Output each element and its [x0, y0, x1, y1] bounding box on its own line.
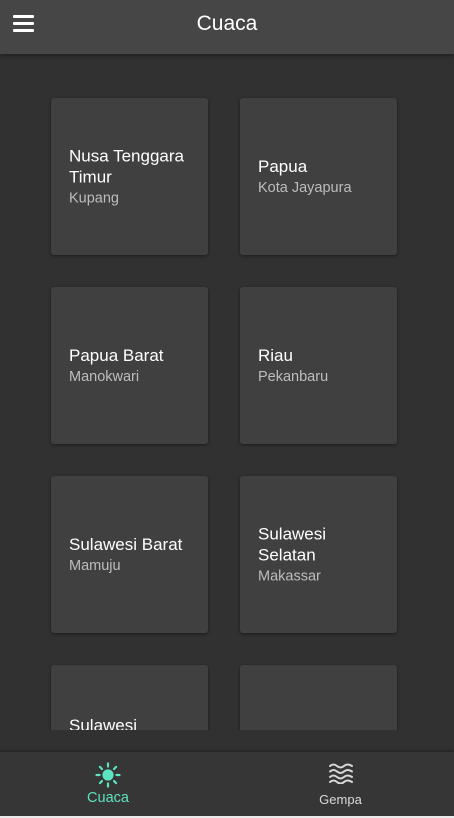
- province-card[interactable]: Sulawesi Barat Mamuju: [51, 476, 208, 633]
- nav-label-cuaca: Cuaca: [87, 790, 129, 806]
- province-card[interactable]: Sulawesi: [51, 665, 208, 730]
- city-name: Pekanbaru: [258, 368, 329, 385]
- nav-item-gempa[interactable]: Gempa: [227, 752, 454, 816]
- page-title: Cuaca: [196, 12, 258, 35]
- bottom-navigation: Cuaca Gempa: [0, 752, 454, 816]
- province-name: Sulawesi Barat: [69, 534, 183, 554]
- province-card[interactable]: Papua Barat Manokwari: [51, 287, 208, 444]
- province-grid[interactable]: Nusa Tenggara Timur Kupang Papua Kota Ja…: [0, 54, 454, 730]
- city-name: Kupang: [69, 190, 119, 206]
- nav-item-cuaca[interactable]: Cuaca: [0, 752, 216, 816]
- app-bar: Cuaca: [0, 0, 454, 54]
- sun-icon: [95, 762, 121, 793]
- province-name: Sulawesi Selatan: [258, 524, 327, 564]
- province-card[interactable]: Papua Kota Jayapura: [240, 98, 397, 255]
- province-name: Sulawesi: [69, 716, 138, 730]
- province-card[interactable]: [240, 665, 397, 730]
- province-card[interactable]: Sulawesi Selatan Makassar: [240, 476, 397, 633]
- province-name: Riau: [258, 345, 293, 365]
- nav-label-gempa: Gempa: [319, 792, 362, 807]
- province-card[interactable]: Riau Pekanbaru: [240, 287, 397, 444]
- province-name: Nusa Tenggara Timur: [69, 146, 184, 186]
- province-card[interactable]: Nusa Tenggara Timur Kupang: [51, 98, 208, 255]
- city-name: Kota Jayapura: [258, 179, 352, 196]
- province-name: Papua: [258, 156, 308, 176]
- city-name: Manokwari: [69, 368, 140, 385]
- city-name: Mamuju: [69, 557, 121, 574]
- province-name: Papua Barat: [69, 345, 164, 365]
- waves-icon: [328, 762, 354, 789]
- city-name: Makassar: [258, 568, 321, 584]
